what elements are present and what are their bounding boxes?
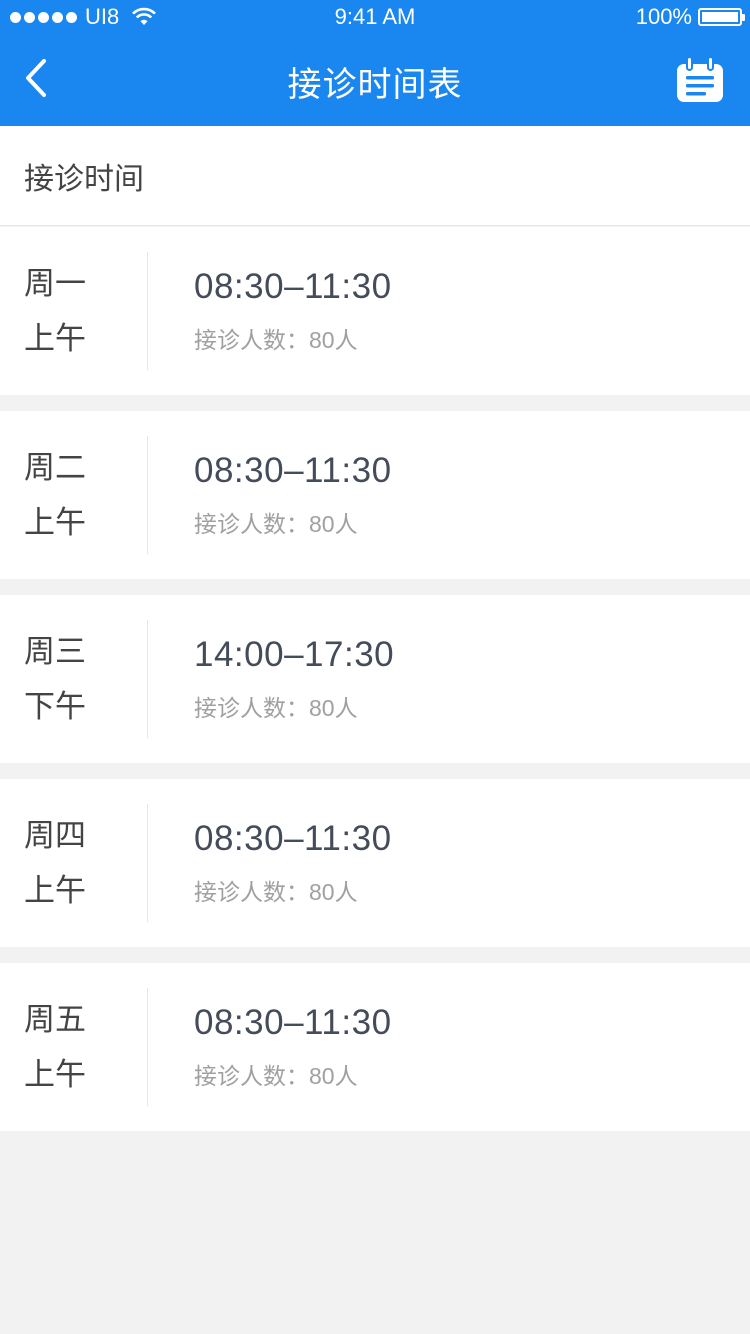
schedule-card[interactable]: 周二 上午 08:30–11:30 接诊人数：80人 (0, 411, 750, 579)
day-column: 周一 上午 (0, 252, 148, 370)
capacity-text: 接诊人数：80人 (194, 505, 392, 539)
capacity-label: 接诊人数： (194, 879, 309, 905)
capacity-value: 80人 (309, 327, 358, 353)
capacity-text: 接诊人数：80人 (194, 1057, 392, 1091)
weekday-label: 周一 (24, 266, 86, 301)
app-header: UI8 9:41 AM 100% 接诊时间表 (0, 0, 750, 126)
capacity-label: 接诊人数： (194, 511, 309, 537)
capacity-value: 80人 (309, 695, 358, 721)
schedule-card[interactable]: 周三 下午 14:00–17:30 接诊人数：80人 (0, 595, 750, 763)
day-column: 周五 上午 (0, 988, 148, 1106)
weekday-label: 周五 (24, 1002, 86, 1037)
capacity-value: 80人 (309, 1063, 358, 1089)
time-column: 08:30–11:30 接诊人数：80人 (148, 267, 392, 355)
calendar-icon (677, 56, 723, 102)
section-title: 接诊时间 (24, 162, 144, 196)
capacity-text: 接诊人数：80人 (194, 873, 392, 907)
period-label: 下午 (24, 689, 86, 724)
capacity-text: 接诊人数：80人 (194, 321, 392, 355)
capacity-text: 接诊人数：80人 (194, 689, 394, 723)
time-column: 08:30–11:30 接诊人数：80人 (148, 1003, 392, 1091)
weekday-label: 周三 (24, 634, 86, 669)
period-label: 上午 (24, 321, 86, 356)
section-header: 接诊时间 (0, 126, 750, 226)
schedule-list: 周一 上午 08:30–11:30 接诊人数：80人 周二 上午 08:30–1… (0, 227, 750, 1131)
weekday-label: 周四 (24, 818, 86, 853)
schedule-card[interactable]: 周四 上午 08:30–11:30 接诊人数：80人 (0, 779, 750, 947)
schedule-card[interactable]: 周五 上午 08:30–11:30 接诊人数：80人 (0, 963, 750, 1131)
time-range: 14:00–17:30 (194, 635, 395, 674)
time-range: 08:30–11:30 (194, 451, 392, 490)
time-column: 08:30–11:30 接诊人数：80人 (148, 451, 392, 539)
day-column: 周四 上午 (0, 804, 148, 922)
period-label: 上午 (24, 505, 86, 540)
period-label: 上午 (24, 1057, 86, 1092)
capacity-label: 接诊人数： (194, 1063, 309, 1089)
capacity-label: 接诊人数： (194, 327, 309, 353)
time-range: 08:30–11:30 (194, 819, 392, 858)
period-label: 上午 (24, 873, 86, 908)
time-column: 08:30–11:30 接诊人数：80人 (148, 819, 392, 907)
capacity-value: 80人 (309, 511, 358, 537)
page-title: 接诊时间表 (287, 66, 463, 104)
status-right: 100% (635, 4, 745, 30)
status-bar: UI8 9:41 AM 100% (0, 0, 750, 36)
nav-bar: 接诊时间表 (0, 36, 750, 126)
day-column: 周三 下午 (0, 620, 148, 738)
time-column: 14:00–17:30 接诊人数：80人 (148, 635, 394, 723)
day-column: 周二 上午 (0, 436, 148, 554)
capacity-value: 80人 (309, 879, 358, 905)
capacity-label: 接诊人数： (194, 695, 309, 721)
calendar-button[interactable] (676, 56, 724, 104)
weekday-label: 周二 (24, 450, 86, 485)
battery-icon (698, 8, 745, 26)
time-range: 08:30–11:30 (194, 1003, 392, 1042)
schedule-card[interactable]: 周一 上午 08:30–11:30 接诊人数：80人 (0, 227, 750, 395)
battery-percentage: 100% (635, 4, 692, 29)
time-range: 08:30–11:30 (194, 267, 392, 306)
